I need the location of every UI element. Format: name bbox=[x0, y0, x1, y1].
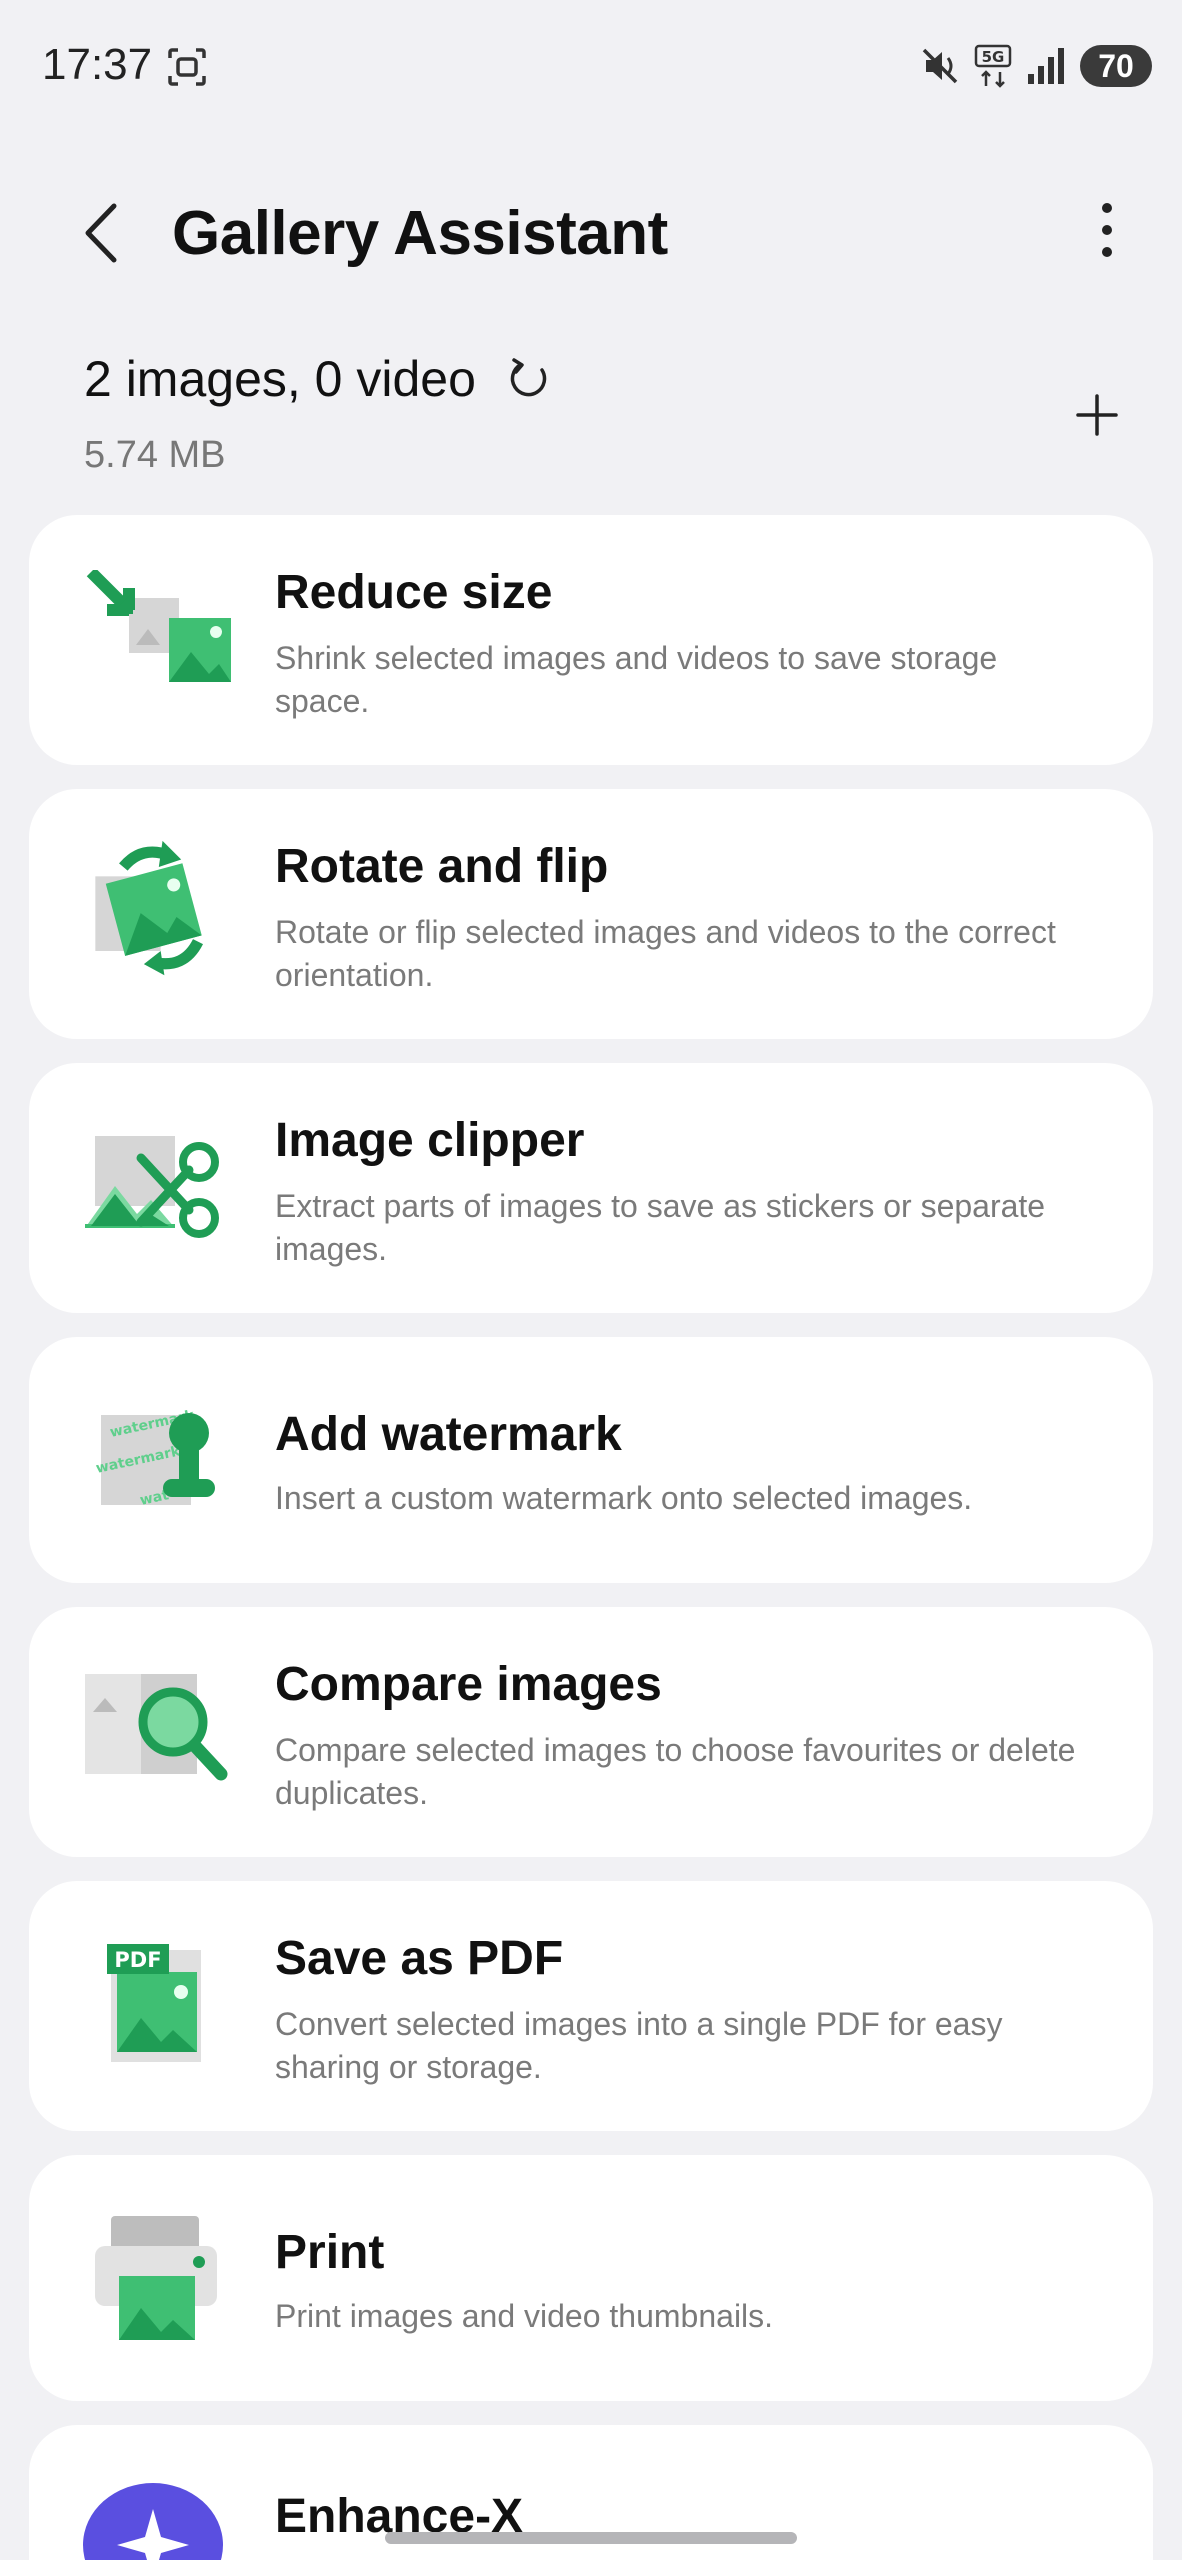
gallery-assistant-screen: 17:37 5G 70 Gallery Assistant 2 images, … bbox=[0, 0, 1182, 2560]
selection-summary: 2 images, 0 video 5.74 MB bbox=[84, 350, 1122, 490]
tool-description: Extract parts of images to save as stick… bbox=[275, 1188, 1046, 1267]
add-button[interactable] bbox=[1072, 390, 1122, 440]
tool-title: Image clipper bbox=[275, 1114, 585, 1167]
tool-card-print[interactable]: Print Print images and video thumbnails. bbox=[29, 2155, 1153, 2401]
tool-card-save-as-pdf[interactable]: PDF Save as PDF Convert selected images … bbox=[29, 1881, 1153, 2131]
status-time: 17:37 bbox=[42, 40, 153, 89]
signal-icon bbox=[1028, 48, 1064, 84]
back-button[interactable] bbox=[70, 198, 130, 268]
page-title: Gallery Assistant bbox=[172, 199, 668, 268]
tool-card-reduce-size[interactable]: Reduce size Shrink selected images and v… bbox=[29, 515, 1153, 765]
svg-text:5G: 5G bbox=[982, 48, 1005, 66]
mute-icon bbox=[922, 48, 958, 84]
more-options-button[interactable] bbox=[1082, 200, 1132, 260]
tool-description: Insert a custom watermark onto selected … bbox=[275, 1480, 973, 1516]
status-bar: 17:37 5G 70 bbox=[0, 0, 1182, 130]
screenshot-icon bbox=[168, 48, 206, 86]
pdf-icon: PDF bbox=[107, 1944, 201, 2062]
rotate-flip-icon bbox=[95, 840, 204, 976]
tool-title: Add watermark bbox=[275, 1408, 622, 1461]
tool-title: Print bbox=[275, 2226, 385, 2279]
status-icons: 5G 70 bbox=[920, 42, 1152, 90]
tool-card-image-clipper[interactable]: Image clipper Extract parts of images to… bbox=[29, 1063, 1153, 1313]
selection-count: 2 images, 0 video bbox=[84, 351, 476, 407]
tool-card-rotate-flip[interactable]: Rotate and flip Rotate or flip selected … bbox=[29, 789, 1153, 1039]
tool-description: Print images and video thumbnails. bbox=[275, 2298, 774, 2334]
tool-title: Save as PDF bbox=[275, 1932, 564, 1985]
tool-title: Rotate and flip bbox=[275, 840, 609, 893]
battery-indicator: 70 bbox=[1080, 45, 1152, 87]
tool-description: Convert selected images into a single PD… bbox=[275, 2006, 1003, 2085]
image-clipper-icon bbox=[85, 1136, 219, 1238]
tool-card-compare-images[interactable]: Compare images Compare selected images t… bbox=[29, 1607, 1153, 1857]
tool-description: Shrink selected images and videos to sav… bbox=[275, 640, 998, 719]
watermark-icon: watermark watermark wat bbox=[95, 1407, 215, 1509]
selection-size: 5.74 MB bbox=[84, 434, 226, 476]
print-icon bbox=[95, 2216, 217, 2340]
tool-title: Reduce size bbox=[275, 566, 553, 619]
home-indicator[interactable] bbox=[385, 2532, 797, 2544]
app-header: Gallery Assistant bbox=[0, 170, 1182, 290]
refresh-icon[interactable] bbox=[506, 356, 552, 402]
tool-description: Compare selected images to choose favour… bbox=[275, 1732, 1076, 1811]
tool-title: Compare images bbox=[275, 1658, 662, 1711]
compare-icon bbox=[85, 1674, 228, 1781]
tool-card-add-watermark[interactable]: watermark watermark wat Add watermark In… bbox=[29, 1337, 1153, 1583]
enhance-x-icon bbox=[83, 2483, 223, 2560]
reduce-size-icon bbox=[86, 570, 231, 682]
network-5g-icon: 5G bbox=[974, 44, 1012, 88]
tool-description: Rotate or flip selected images and video… bbox=[275, 914, 1056, 993]
svg-text:PDF: PDF bbox=[114, 1948, 161, 1972]
